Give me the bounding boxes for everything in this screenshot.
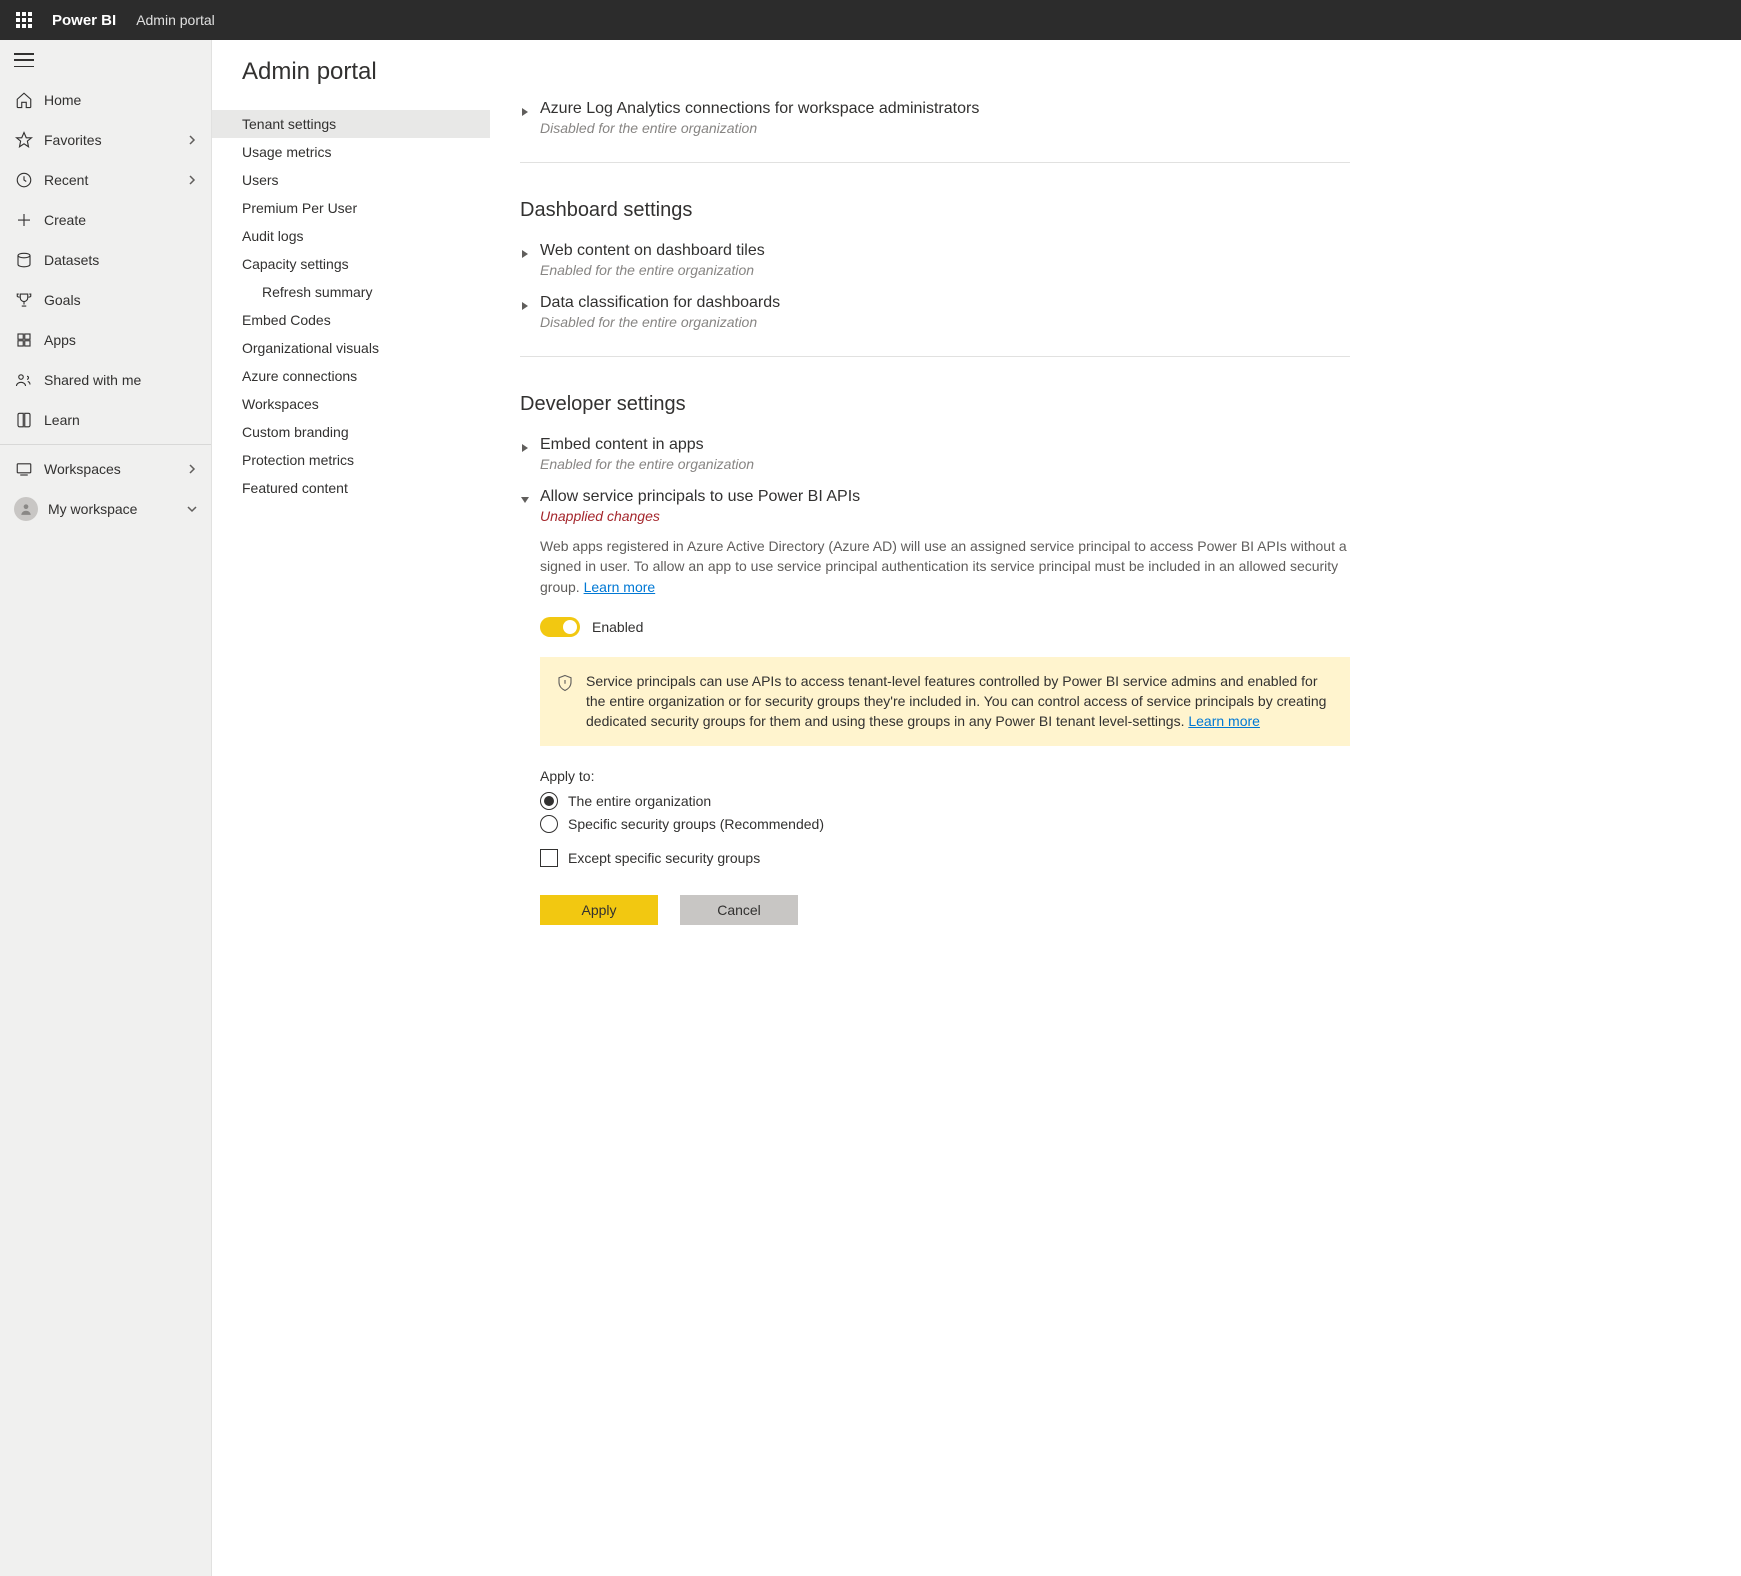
page-title: Admin portal <box>212 58 490 110</box>
setting-embed-content[interactable]: Embed content in apps Enabled for the en… <box>520 428 1350 480</box>
nav-home[interactable]: Home <box>0 80 211 120</box>
book-icon <box>14 410 34 430</box>
setting-description: Web apps registered in Azure Active Dire… <box>540 536 1350 597</box>
apps-icon <box>14 330 34 350</box>
setting-web-content-tiles[interactable]: Web content on dashboard tiles Enabled f… <box>520 234 1350 286</box>
setting-service-principals[interactable]: Allow service principals to use Power BI… <box>520 480 1350 933</box>
workspaces-icon <box>14 459 34 479</box>
admin-item-azure-connections[interactable]: Azure connections <box>212 362 490 390</box>
admin-item-protection-metrics[interactable]: Protection metrics <box>212 446 490 474</box>
radio-entire-org[interactable]: The entire organization <box>540 792 1350 810</box>
admin-item-tenant-settings[interactable]: Tenant settings <box>212 110 490 138</box>
radio-icon <box>540 792 558 810</box>
toggle-label: Enabled <box>592 619 643 635</box>
top-header: Power BI Admin portal <box>0 0 1741 40</box>
radio-icon <box>540 815 558 833</box>
nav-recent[interactable]: Recent <box>0 160 211 200</box>
learn-more-link[interactable]: Learn more <box>1188 713 1260 729</box>
cancel-button[interactable]: Cancel <box>680 895 798 925</box>
nav-goals[interactable]: Goals <box>0 280 211 320</box>
group-dashboard-settings: Dashboard settings <box>520 199 1350 222</box>
admin-item-refresh-summary[interactable]: Refresh summary <box>212 278 490 306</box>
expand-icon <box>520 242 540 262</box>
database-icon <box>14 250 34 270</box>
trophy-icon <box>14 290 34 310</box>
admin-item-audit-logs[interactable]: Audit logs <box>212 222 490 250</box>
warning-box: Service principals can use APIs to acces… <box>540 657 1350 746</box>
unapplied-changes-label: Unapplied changes <box>540 508 1350 524</box>
nav-my-workspace[interactable]: My workspace <box>0 489 211 529</box>
admin-item-users[interactable]: Users <box>212 166 490 194</box>
setting-data-classification[interactable]: Data classification for dashboards Disab… <box>520 286 1350 338</box>
collapse-icon <box>520 488 540 508</box>
left-nav: Home Favorites Recent Create Datasets Go… <box>0 40 212 1576</box>
admin-item-custom-branding[interactable]: Custom branding <box>212 418 490 446</box>
admin-item-usage-metrics[interactable]: Usage metrics <box>212 138 490 166</box>
expand-icon <box>520 436 540 456</box>
shield-icon <box>556 671 578 732</box>
nav-datasets[interactable]: Datasets <box>0 240 211 280</box>
plus-icon <box>14 210 34 230</box>
group-developer-settings: Developer settings <box>520 393 1350 416</box>
admin-item-capacity-settings[interactable]: Capacity settings <box>212 250 490 278</box>
chevron-down-icon <box>187 501 197 517</box>
nav-create[interactable]: Create <box>0 200 211 240</box>
setting-azure-log-analytics[interactable]: Azure Log Analytics connections for work… <box>520 92 1350 144</box>
expand-icon <box>520 294 540 314</box>
admin-item-org-visuals[interactable]: Organizational visuals <box>212 334 490 362</box>
star-icon <box>14 130 34 150</box>
admin-item-featured-content[interactable]: Featured content <box>212 474 490 502</box>
app-name: Power BI <box>52 12 116 29</box>
checkbox-icon <box>540 849 558 867</box>
nav-workspaces[interactable]: Workspaces <box>0 449 211 489</box>
chevron-right-icon <box>187 132 197 148</box>
people-icon <box>14 370 34 390</box>
admin-sidebar: Admin portal Tenant settings Usage metri… <box>212 40 490 1576</box>
home-icon <box>14 90 34 110</box>
apply-button[interactable]: Apply <box>540 895 658 925</box>
expand-icon <box>520 100 540 120</box>
radio-security-groups[interactable]: Specific security groups (Recommended) <box>540 815 1350 833</box>
chevron-right-icon <box>187 172 197 188</box>
chevron-right-icon <box>187 461 197 477</box>
app-launcher-icon[interactable] <box>4 0 44 40</box>
admin-item-premium-per-user[interactable]: Premium Per User <box>212 194 490 222</box>
apply-to-label: Apply to: <box>540 768 1350 784</box>
nav-learn[interactable]: Learn <box>0 400 211 440</box>
content-panel: Azure Log Analytics connections for work… <box>490 40 1390 1576</box>
nav-shared[interactable]: Shared with me <box>0 360 211 400</box>
admin-item-workspaces[interactable]: Workspaces <box>212 390 490 418</box>
avatar-icon <box>14 497 38 521</box>
hamburger-icon[interactable] <box>14 53 34 67</box>
nav-favorites[interactable]: Favorites <box>0 120 211 160</box>
enabled-toggle[interactable] <box>540 617 580 637</box>
admin-item-embed-codes[interactable]: Embed Codes <box>212 306 490 334</box>
nav-apps[interactable]: Apps <box>0 320 211 360</box>
learn-more-link[interactable]: Learn more <box>584 579 656 595</box>
checkbox-except-groups[interactable]: Except specific security groups <box>540 849 1350 867</box>
clock-icon <box>14 170 34 190</box>
breadcrumb: Admin portal <box>136 12 215 28</box>
